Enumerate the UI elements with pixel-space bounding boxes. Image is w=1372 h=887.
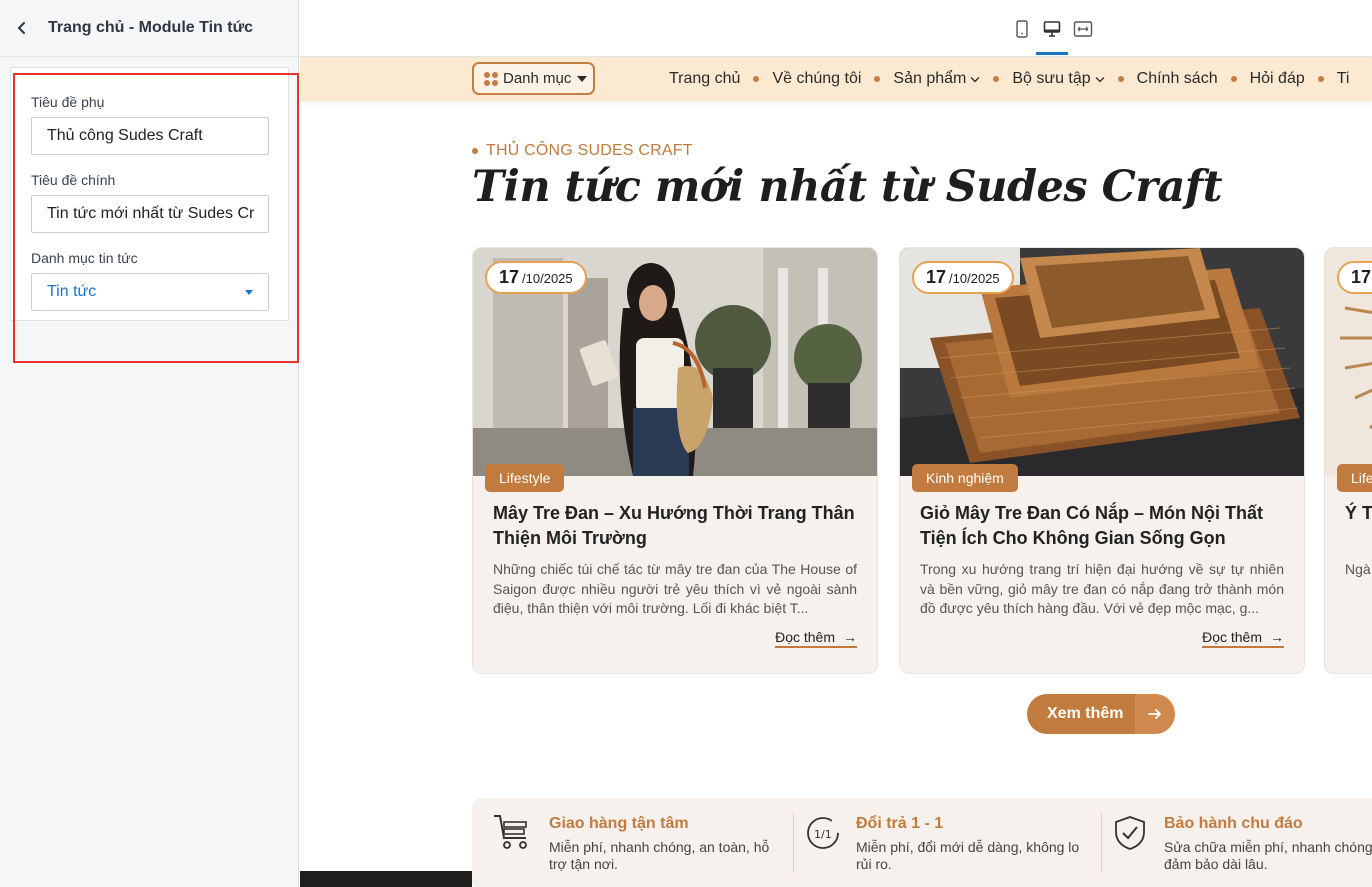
news-card-excerpt: Những chiếc túi chế tác từ mây tre đan c… (493, 561, 857, 617)
back-button[interactable] (2, 8, 42, 48)
news-card-image: 17 (1325, 248, 1372, 476)
exchange-icon: 1/1 (807, 817, 839, 849)
category-menu-button[interactable]: Danh mục (472, 62, 595, 95)
caret-down-icon (577, 75, 588, 82)
category-tag[interactable]: Lifestyle (485, 464, 565, 492)
nav-item-collections-label: Bộ sưu tập (1012, 70, 1091, 87)
read-more-label: Đọc thêm (775, 629, 835, 645)
category-tag[interactable]: Life (1337, 464, 1372, 492)
grid-dots-icon (484, 71, 498, 86)
feature-return: 1/1 Đổi trả 1 - 1 Miễn phí, đổi mới dễ d… (794, 798, 1094, 887)
nav-item-more[interactable]: Ti (1337, 70, 1350, 88)
category-label: Danh mục tin tức (31, 250, 138, 266)
mobile-view-button[interactable] (1007, 14, 1037, 44)
news-card[interactable]: 17 /10/2025 Kinh nghiệm Giỏ Mây Tre Đan … (899, 247, 1305, 674)
arrow-right-icon: → (843, 629, 857, 645)
date-badge: 17 /10/2025 (912, 261, 1014, 294)
arrow-right-icon: → (1270, 629, 1284, 645)
date-badge: 17 (1337, 261, 1372, 294)
site-navbar: Danh mục Trang chủ Về chúng tôi Sản phẩm… (300, 57, 1372, 101)
fullwidth-icon (1073, 21, 1093, 37)
desktop-view-button[interactable] (1037, 14, 1067, 44)
nav-item-collections[interactable]: Bộ sưu tập (1012, 70, 1105, 88)
section-title: Tin tức mới nhất từ Sudes Craft (472, 162, 1223, 212)
news-card-title[interactable]: Ý T Số (1345, 501, 1372, 551)
fullwidth-view-button[interactable] (1068, 14, 1098, 44)
section-subtitle: THỦ CÔNG SUDES CRAFT (472, 142, 693, 160)
nav-item-products-label: Sản phẩm (893, 70, 967, 87)
feature-title: Đổi trả 1 - 1 (856, 815, 944, 832)
feature-warranty: Bảo hành chu đáo Sửa chữa miễn phí, nhan… (1102, 798, 1372, 887)
feature-desc: Sửa chữa miễn phí, nhanh chóng, đảm bảo … (1164, 839, 1372, 872)
chevron-left-icon (18, 22, 25, 34)
title-input[interactable]: Tin tức mới nhất từ Sudes Cr (31, 195, 269, 233)
nav-separator (874, 76, 881, 82)
nav-item-about[interactable]: Về chúng tôi (772, 70, 861, 88)
features-bar: Giao hàng tận tâm Miễn phí, nhanh chóng,… (472, 798, 1372, 887)
news-card-image: 17 /10/2025 (900, 248, 1304, 476)
bullet-dot (472, 148, 478, 154)
nav-item-home[interactable]: Trang chủ (669, 70, 740, 88)
category-tag[interactable]: Kinh nghiệm (912, 464, 1018, 492)
news-card[interactable]: 17 Life Ý T Số Ngà liệu bàn (1324, 247, 1372, 674)
nav-separator (1117, 76, 1124, 82)
date-day: 17 (926, 267, 947, 287)
module-settings-form: Tiêu đề phụ Thủ công Sudes Craft Tiêu đề… (10, 67, 289, 321)
read-more-link[interactable]: Đọc thêm → (1202, 629, 1284, 648)
panel-title: Trang chủ - Module Tin tức (48, 19, 254, 36)
nav-links: Trang chủ Về chúng tôi Sản phẩm Bộ sưu t… (669, 57, 1349, 101)
section-subtitle-text: THỦ CÔNG SUDES CRAFT (486, 142, 693, 159)
chevron-down-icon (1095, 76, 1105, 82)
category-select-value: Tin tức (47, 283, 97, 300)
editor-panel: Trang chủ - Module Tin tức Tiêu đề phụ T… (0, 0, 299, 887)
subtitle-input[interactable]: Thủ công Sudes Craft (31, 117, 269, 155)
date-badge: 17 /10/2025 (485, 261, 587, 294)
feature-desc: Miễn phí, nhanh chóng, an toàn, hỗ trợ t… (549, 839, 770, 872)
nav-separator (993, 76, 1000, 82)
caret-down-icon (245, 289, 253, 295)
news-card-image: 17 /10/2025 (473, 248, 877, 476)
arrow-right-icon (1135, 694, 1175, 734)
footer-strip (300, 871, 472, 887)
news-card-title[interactable]: Mây Tre Đan – Xu Hướng Thời Trang Thân T… (493, 501, 863, 551)
news-card-title[interactable]: Giỏ Mây Tre Đan Có Nắp – Món Nội Thất Ti… (920, 501, 1290, 551)
nav-item-policy[interactable]: Chính sách (1137, 70, 1218, 88)
chevron-down-icon (970, 76, 980, 82)
date-month-year: /10/2025 (522, 271, 573, 286)
category-select[interactable]: Tin tức (31, 273, 269, 311)
read-more-label: Đọc thêm (1202, 629, 1262, 645)
svg-text:1/1: 1/1 (814, 828, 832, 841)
preview-area: Danh mục Trang chủ Về chúng tôi Sản phẩm… (300, 0, 1372, 887)
feature-title: Bảo hành chu đáo (1164, 815, 1303, 832)
feature-shipping: Giao hàng tận tâm Miễn phí, nhanh chóng,… (472, 798, 772, 887)
nav-separator (1230, 76, 1237, 82)
date-month-year: /10/2025 (949, 271, 1000, 286)
desktop-icon (1043, 21, 1061, 37)
feature-title: Giao hàng tận tâm (549, 815, 689, 832)
shield-check-icon (1115, 816, 1145, 850)
nav-item-faq[interactable]: Hỏi đáp (1250, 70, 1305, 88)
read-more-link[interactable]: Đọc thêm → (775, 629, 857, 648)
cart-icon (494, 815, 527, 849)
see-more-label: Xem thêm (1047, 705, 1124, 722)
mobile-icon (1016, 20, 1028, 38)
device-toolbar (300, 0, 1372, 57)
nav-separator (1317, 76, 1324, 82)
news-card-excerpt: Trong xu hướng trang trí hiện đại hướng … (920, 561, 1284, 617)
date-day: 17 (1351, 267, 1372, 287)
nav-separator (753, 76, 760, 82)
active-device-indicator (1036, 52, 1068, 55)
panel-header: Trang chủ - Module Tin tức (0, 0, 298, 57)
news-card[interactable]: 17 /10/2025 Lifestyle Mây Tre Đan – Xu H… (472, 247, 878, 674)
see-more-button[interactable]: Xem thêm (1027, 694, 1175, 734)
feature-desc: Miễn phí, đổi mới dễ dàng, không lo rủi … (856, 839, 1080, 872)
news-card-excerpt: Ngà liệu bàn (1345, 561, 1372, 577)
nav-item-products[interactable]: Sản phẩm (893, 70, 980, 88)
title-label: Tiêu đề chính (31, 172, 116, 188)
date-day: 17 (499, 267, 520, 287)
category-menu-label: Danh mục (503, 70, 572, 87)
subtitle-label: Tiêu đề phụ (31, 94, 105, 110)
